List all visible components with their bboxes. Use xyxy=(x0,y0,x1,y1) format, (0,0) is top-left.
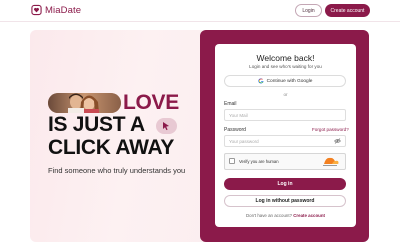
forgot-password-link[interactable]: Forgot password? xyxy=(312,127,349,132)
password-field[interactable] xyxy=(224,135,346,147)
top-nav-bar: MiaDate Login Create account xyxy=(0,0,400,22)
login-button[interactable]: Login xyxy=(295,4,322,17)
cursor-badge xyxy=(156,118,177,134)
couple-photo xyxy=(48,93,121,113)
login-title: Welcome back! xyxy=(256,53,315,63)
google-g-icon xyxy=(257,78,264,84)
hero-headline-line-2: IS JUST A xyxy=(48,113,145,136)
login-without-password-button[interactable]: Log in without password xyxy=(224,195,346,207)
captcha-label: Verify you are human xyxy=(239,159,279,164)
hero-highlight-word: LOVE xyxy=(123,91,179,114)
google-login-button[interactable]: Continue with Google xyxy=(224,75,346,87)
signup-prompt: Don't have an account? Create account xyxy=(215,213,356,218)
hero-subtitle: Find someone who truly understands you xyxy=(48,166,186,175)
signup-prompt-text: Don't have an account? xyxy=(246,213,293,218)
hero-headline-line-3: CLICK AWAY xyxy=(48,136,175,159)
email-label: Email xyxy=(224,101,237,107)
heart-photo-icon xyxy=(31,4,42,16)
signup-link[interactable]: Create account xyxy=(293,213,325,218)
google-login-label: Continue with Google xyxy=(266,78,313,84)
mouse-cursor-icon xyxy=(163,122,169,131)
password-label: Password xyxy=(224,127,246,133)
create-account-button[interactable]: Create account xyxy=(325,4,370,17)
eye-icon[interactable] xyxy=(334,138,341,144)
email-field[interactable] xyxy=(224,109,346,121)
login-subtitle: Login and see who's waiting for you xyxy=(249,64,322,69)
brand-name: MiaDate xyxy=(45,4,82,16)
couple-photo-illustration xyxy=(48,93,121,113)
captcha-shield-icon xyxy=(323,157,339,166)
brand-logo[interactable]: MiaDate xyxy=(31,4,81,16)
divider-or: or xyxy=(283,92,288,97)
login-submit-button[interactable]: Log in xyxy=(224,178,346,190)
captcha-checkbox[interactable] xyxy=(229,158,235,164)
